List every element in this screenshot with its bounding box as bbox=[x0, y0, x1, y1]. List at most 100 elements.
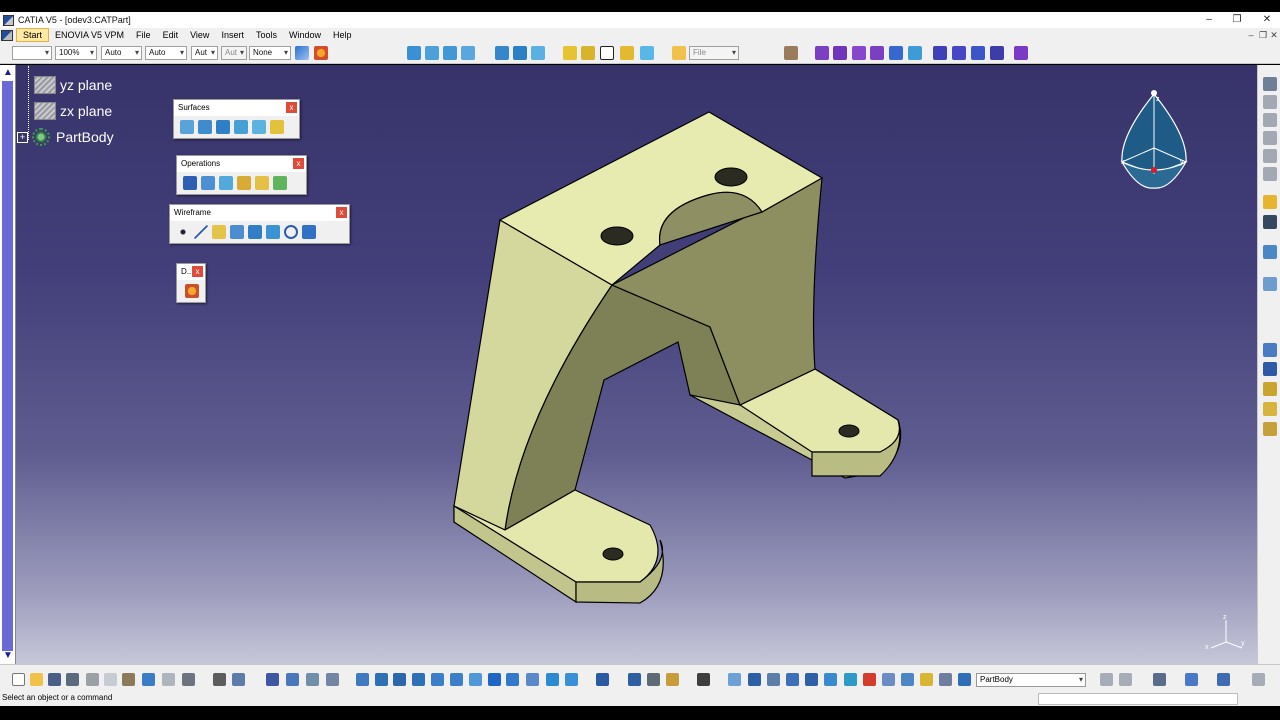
scaling-icon[interactable] bbox=[908, 46, 922, 60]
union-trim-icon[interactable] bbox=[990, 46, 1004, 60]
redo-icon[interactable] bbox=[162, 673, 175, 686]
palette-close-button[interactable]: x bbox=[336, 207, 347, 218]
extrapolate-icon[interactable] bbox=[273, 176, 287, 190]
define-in-work-object-icon[interactable] bbox=[958, 673, 971, 686]
multi-view-icon[interactable] bbox=[488, 673, 501, 686]
symmetry-icon[interactable] bbox=[852, 46, 866, 60]
body-icon[interactable] bbox=[647, 673, 660, 686]
pocket-icon[interactable] bbox=[461, 46, 475, 60]
transform-icon[interactable] bbox=[255, 176, 269, 190]
paste-icon[interactable] bbox=[122, 673, 135, 686]
work-support-icon[interactable] bbox=[786, 673, 799, 686]
working-plane-icon[interactable] bbox=[824, 673, 837, 686]
tree-expand-icon[interactable] bbox=[286, 673, 299, 686]
isolate-icon[interactable] bbox=[863, 673, 876, 686]
material-icon[interactable] bbox=[1217, 673, 1230, 686]
line-color-combo[interactable] bbox=[12, 46, 52, 60]
join-icon[interactable] bbox=[183, 176, 197, 190]
remove-lump-icon[interactable] bbox=[1014, 46, 1028, 60]
annotation-icon[interactable] bbox=[1263, 422, 1277, 436]
menu-edit[interactable]: Edit bbox=[157, 28, 185, 42]
open-file-icon[interactable] bbox=[30, 673, 43, 686]
linetype-combo[interactable]: Auto bbox=[101, 46, 142, 60]
draft-analysis-icon[interactable] bbox=[1263, 245, 1277, 259]
scan-icon[interactable] bbox=[939, 673, 952, 686]
loft-surface-icon[interactable] bbox=[270, 120, 284, 134]
compass-widget[interactable]: x y z bbox=[1118, 88, 1190, 192]
parallel-curve-icon[interactable] bbox=[266, 225, 280, 239]
measure-between-icon[interactable] bbox=[748, 673, 761, 686]
scroll-thumb[interactable] bbox=[2, 81, 13, 651]
design-table-icon[interactable] bbox=[1263, 149, 1277, 163]
palette-close-button[interactable]: x bbox=[192, 266, 203, 277]
restore-button[interactable]: ❐ bbox=[1222, 12, 1252, 28]
revolve-surface-icon[interactable] bbox=[198, 120, 212, 134]
rotate-view-icon[interactable] bbox=[412, 673, 425, 686]
properties-painter-icon[interactable] bbox=[295, 46, 309, 60]
swap-space-icon[interactable] bbox=[565, 673, 578, 686]
geometric-set-icon[interactable] bbox=[666, 673, 679, 686]
offset-surface-icon[interactable] bbox=[216, 120, 230, 134]
law-icon[interactable] bbox=[1263, 131, 1277, 145]
sketch-positioned-icon[interactable] bbox=[425, 46, 439, 60]
folder-icon[interactable] bbox=[672, 46, 686, 60]
current-body-combo[interactable]: PartBody bbox=[976, 673, 1086, 687]
constraint-defined-icon[interactable] bbox=[628, 673, 641, 686]
tree-item-yz-plane[interactable]: yz plane bbox=[34, 74, 112, 96]
intersection-icon[interactable] bbox=[248, 225, 262, 239]
spatial-icon[interactable] bbox=[844, 673, 857, 686]
projection-icon[interactable] bbox=[230, 225, 244, 239]
whats-this-icon[interactable] bbox=[182, 673, 195, 686]
scroll-up-icon[interactable]: ▲ bbox=[2, 67, 14, 79]
fly-mode-icon[interactable] bbox=[356, 673, 369, 686]
transparency-combo[interactable]: 100% bbox=[55, 46, 97, 60]
wireframe-palette[interactable]: Wireframe x bbox=[169, 204, 350, 244]
measure-item-icon[interactable] bbox=[767, 673, 780, 686]
3d-compass-icon[interactable] bbox=[1263, 402, 1277, 416]
catalog-browser-icon[interactable] bbox=[306, 673, 319, 686]
snap-icon[interactable] bbox=[1263, 382, 1277, 396]
layer-filter-combo[interactable]: Aut bbox=[221, 46, 247, 60]
palette-header[interactable]: D.. x bbox=[177, 264, 205, 280]
paint-brush-icon[interactable] bbox=[314, 46, 328, 60]
hide-show-toggle-icon[interactable] bbox=[1100, 673, 1113, 686]
copy-icon[interactable] bbox=[104, 673, 117, 686]
extract-icon[interactable] bbox=[219, 176, 233, 190]
hole-icon[interactable] bbox=[531, 46, 545, 60]
spline-icon[interactable] bbox=[302, 225, 316, 239]
knowledge-icon[interactable] bbox=[1263, 167, 1277, 181]
undo-icon[interactable] bbox=[142, 673, 155, 686]
update-icon[interactable] bbox=[596, 673, 609, 686]
palette-close-button[interactable]: x bbox=[293, 158, 304, 169]
new-file-icon[interactable] bbox=[12, 673, 25, 686]
brush-icon[interactable] bbox=[185, 284, 199, 298]
palette-close-button[interactable]: x bbox=[286, 102, 297, 113]
close-button[interactable]: ✕ bbox=[1252, 12, 1280, 28]
grid-icon[interactable] bbox=[1263, 362, 1277, 376]
lineweight-combo[interactable]: Auto bbox=[145, 46, 187, 60]
menu-enovia[interactable]: ENOVIA V5 VPM bbox=[49, 28, 130, 42]
pan-icon[interactable] bbox=[393, 673, 406, 686]
menu-start[interactable]: Start bbox=[16, 28, 50, 42]
publication-icon[interactable] bbox=[920, 673, 933, 686]
extrude-surface-icon[interactable] bbox=[180, 120, 194, 134]
menu-help[interactable]: Help bbox=[327, 28, 358, 42]
sketch-analysis-icon[interactable] bbox=[1263, 95, 1277, 109]
split-icon[interactable] bbox=[201, 176, 215, 190]
palette-header[interactable]: Operations x bbox=[177, 156, 306, 172]
shaft-icon[interactable] bbox=[495, 46, 509, 60]
menu-insert[interactable]: Insert bbox=[215, 28, 250, 42]
boolean-add-icon[interactable] bbox=[933, 46, 947, 60]
measure-icon[interactable] bbox=[1263, 195, 1277, 209]
fill-surface-icon[interactable] bbox=[252, 120, 266, 134]
formula-fx-icon[interactable] bbox=[213, 673, 226, 686]
d-palette[interactable]: D.. x bbox=[176, 263, 206, 303]
snap-to-point-icon[interactable] bbox=[805, 673, 818, 686]
boolean-intersect-icon[interactable] bbox=[971, 46, 985, 60]
operations-palette[interactable]: Operations x bbox=[176, 155, 307, 195]
minimize-button[interactable]: – bbox=[1194, 12, 1224, 28]
comment-icon[interactable] bbox=[232, 673, 245, 686]
sketcher-icon[interactable] bbox=[407, 46, 421, 60]
menu-file[interactable]: File bbox=[130, 28, 157, 42]
datum-icon[interactable] bbox=[901, 673, 914, 686]
